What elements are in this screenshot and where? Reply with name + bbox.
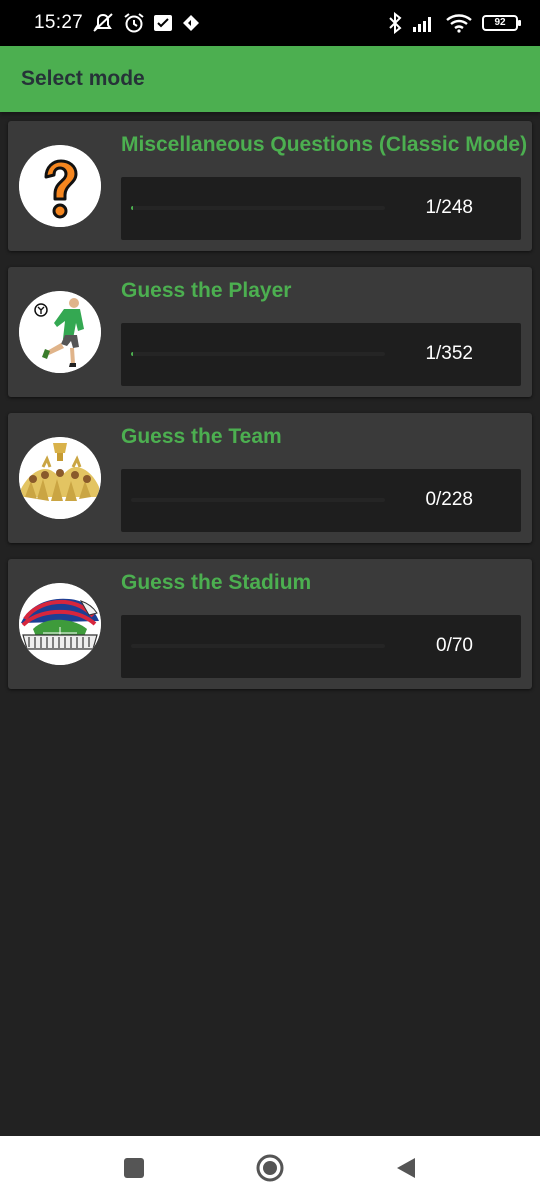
mode-card-guess-team[interactable]: Guess the Team 0/228 xyxy=(8,413,532,543)
back-button[interactable] xyxy=(386,1148,426,1188)
progress-text: 0/70 xyxy=(436,635,473,656)
recents-icon xyxy=(124,1158,144,1178)
progress-bar xyxy=(131,206,385,210)
progress-bar xyxy=(131,352,385,356)
progress-text: 1/248 xyxy=(425,197,473,218)
stadium-icon xyxy=(19,583,101,665)
progress-box: 1/352 xyxy=(121,323,521,386)
progress-text: 0/228 xyxy=(425,489,473,510)
wifi-icon xyxy=(446,14,472,33)
progress-bar xyxy=(131,644,385,648)
home-button[interactable] xyxy=(250,1148,290,1188)
status-bar: 15:27 92 xyxy=(0,0,540,46)
app-bar: Select mode xyxy=(0,46,540,112)
team-trophy-icon xyxy=(19,437,101,519)
alarm-icon xyxy=(124,13,144,33)
progress-box: 1/248 xyxy=(121,177,521,240)
recents-button[interactable] xyxy=(114,1148,154,1188)
question-mark-icon xyxy=(19,145,101,227)
mode-title: Guess the Team xyxy=(121,425,282,448)
progress-bar xyxy=(131,498,385,502)
progress-box: 0/228 xyxy=(121,469,521,532)
progress-text: 1/352 xyxy=(425,343,473,364)
mode-card-miscellaneous[interactable]: Miscellaneous Questions (Classic Mode) 1… xyxy=(8,121,532,251)
mode-title: Guess the Stadium xyxy=(121,571,312,594)
progress-fill xyxy=(131,352,133,356)
mode-card-guess-stadium[interactable]: Guess the Stadium 0/70 xyxy=(8,559,532,689)
football-player-icon xyxy=(19,291,101,373)
mode-title: Miscellaneous Questions (Classic Mode) xyxy=(121,133,528,156)
battery-icon: 92 xyxy=(482,15,521,31)
status-left-icons xyxy=(91,12,201,34)
progress-fill xyxy=(131,206,133,210)
data-saver-icon xyxy=(183,15,200,31)
mute-icon xyxy=(93,13,113,32)
mode-card-guess-player[interactable]: Guess the Player 1/352 xyxy=(8,267,532,397)
system-nav-bar xyxy=(0,1136,540,1200)
bluetooth-icon xyxy=(389,12,402,34)
checkbox-icon xyxy=(154,15,173,31)
mode-title: Guess the Player xyxy=(121,279,292,302)
home-icon xyxy=(256,1154,284,1182)
page-title: Select mode xyxy=(21,67,145,90)
back-icon xyxy=(397,1158,415,1178)
progress-box: 0/70 xyxy=(121,615,521,678)
status-right-icons: 92 xyxy=(388,12,521,34)
status-time: 15:27 xyxy=(34,12,84,33)
signal-icon xyxy=(413,17,431,32)
